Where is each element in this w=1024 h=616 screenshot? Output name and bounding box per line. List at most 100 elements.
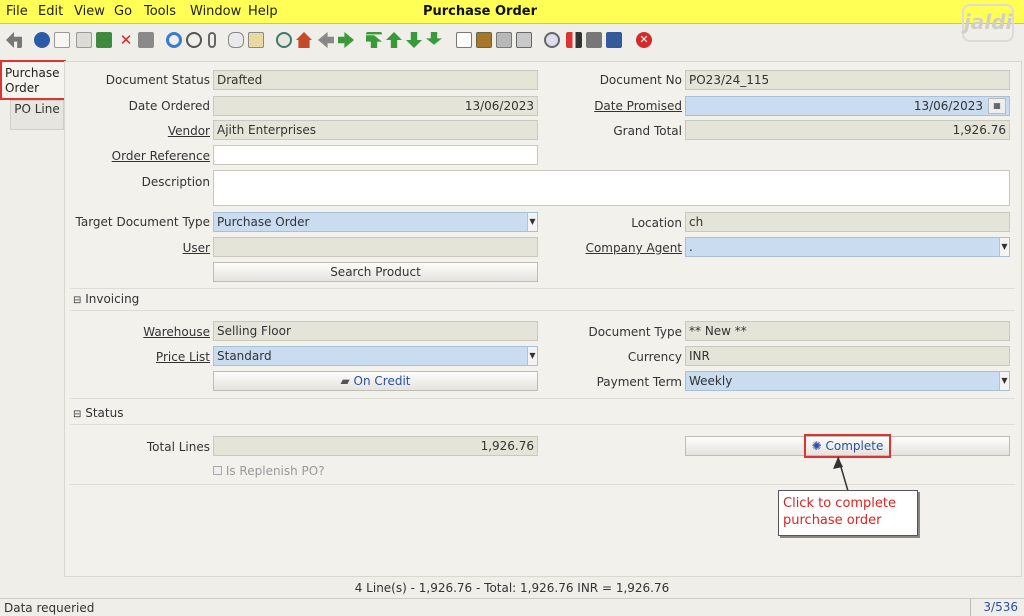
chevron-down-icon[interactable]: ▼ [527,213,537,231]
calendar-icon[interactable]: ▦ [988,98,1006,114]
tab-po-line[interactable]: PO Line [10,100,64,130]
forward-icon[interactable] [338,32,354,48]
payment-term-select[interactable]: Weekly ▼ [685,371,1010,391]
location-label: Location [631,216,682,230]
delete-icon[interactable]: ✕ [118,32,134,48]
new-icon[interactable] [54,32,70,48]
print-icon[interactable] [516,32,532,48]
company-agent-value: . [689,240,693,254]
checkbox-icon[interactable] [213,466,222,475]
order-reference-input[interactable] [213,145,538,165]
collapse-icon[interactable]: ⊟ [73,295,81,306]
target-document-type-value: Purchase Order [217,215,310,229]
vendor-label: Vendor [167,124,210,138]
user-label: User [182,241,210,255]
on-credit-button[interactable]: ▰ On Credit [213,371,538,391]
gear-icon: ✺ [811,439,822,453]
section-divider [70,398,1015,399]
undo-icon[interactable] [6,32,22,48]
status-bar: Data requeried 3/536 [0,598,1024,616]
workbench-icon[interactable] [276,32,292,48]
date-ordered-field: 13/06/2023 [213,96,538,116]
user-field[interactable] [213,237,538,257]
document-type-field: ** New ** [685,321,1010,341]
payment-term-label: Payment Term [596,375,682,389]
request-icon[interactable] [586,32,602,48]
currency-field: INR [685,346,1010,366]
search-product-button[interactable]: Search Product [213,262,538,282]
date-promised-field[interactable]: 13/06/2023 [685,96,1010,116]
replenish-checkbox[interactable]: Is Replenish PO? [213,464,325,478]
callout-box: Click to complete purchase order [778,490,918,536]
credit-card-icon: ▰ [340,374,350,388]
find-icon[interactable] [186,32,202,48]
first-record-icon[interactable] [366,32,382,48]
archive-icon[interactable] [476,32,492,48]
date-ordered-label: Date Ordered [128,99,210,113]
home-icon[interactable] [296,32,312,48]
location-field[interactable]: ch [685,212,1010,232]
window-title: Purchase Order [422,4,537,19]
replenish-label: Is Replenish PO? [225,464,325,478]
refresh-icon[interactable] [166,32,182,48]
attachment-icon[interactable] [208,32,216,48]
save-icon[interactable] [138,32,154,48]
workflow-icon[interactable] [566,32,582,48]
report-icon[interactable] [456,32,472,48]
save-new-icon[interactable] [96,32,112,48]
vendor-field[interactable]: Ajith Enterprises [213,120,538,140]
grand-total-field: 1,926.76 [685,120,1010,140]
next-record-icon[interactable] [406,32,422,48]
copy-icon[interactable] [76,32,92,48]
document-type-label: Document Type [588,325,682,339]
document-no-field: PO23/24_115 [685,70,1010,90]
price-list-label: Price List [155,350,210,364]
history-icon[interactable] [248,32,264,48]
record-counter[interactable]: 3/536 [970,599,1020,616]
status-section-header[interactable]: ⊟ Status [70,403,1015,425]
target-document-type-select[interactable]: Purchase Order ▼ [213,212,538,232]
print-preview-icon[interactable] [496,32,512,48]
order-reference-label: Order Reference [111,149,210,163]
total-lines-label: Total Lines [146,440,210,454]
tab-purchase-order[interactable]: Purchase Order [0,60,66,100]
chevron-down-icon[interactable]: ▼ [999,372,1009,390]
document-no-label: Document No [599,73,682,87]
target-document-type-label: Target Document Type [75,215,210,229]
invoicing-section-header[interactable]: ⊟ Invoicing [70,289,1015,311]
grand-total-label: Grand Total [613,124,682,138]
status-message: Data requeried [4,601,95,615]
total-lines-field: 1,926.76 [213,436,538,456]
menu-bar: File Edit View Go Tools Window Help Purc… [0,0,1024,24]
product-info-icon[interactable] [606,32,622,48]
back-icon[interactable] [318,32,334,48]
zoom-across-icon[interactable] [544,32,560,48]
company-agent-label: Company Agent [585,241,682,255]
date-promised-label: Date Promised [594,99,682,113]
company-agent-select[interactable]: . ▼ [685,237,1010,257]
payment-term-value: Weekly [689,374,733,388]
chevron-down-icon[interactable]: ▼ [527,347,537,365]
complete-label: Complete [825,439,884,453]
previous-record-icon[interactable] [386,32,402,48]
chat-icon[interactable] [228,32,244,48]
price-list-select[interactable]: Standard ▼ [213,346,538,366]
toolbar: ✕ ✕ [0,26,960,56]
document-status-field: Drafted [213,70,538,90]
document-status-label: Document Status [105,73,210,87]
chevron-down-icon[interactable]: ▼ [999,238,1009,256]
warehouse-field[interactable]: Selling Floor [213,321,538,341]
section-divider [70,484,1015,485]
description-input[interactable] [213,170,1010,206]
invoicing-header-label: Invoicing [85,292,140,306]
price-list-value: Standard [217,349,272,363]
jaldi-logo: jaldi [962,4,1014,42]
help-icon[interactable] [34,32,50,48]
summary-line: 4 Line(s) - 1,926.76 - Total: 1,926.76 I… [354,581,670,595]
close-icon[interactable]: ✕ [636,32,652,48]
callout-arrow [833,456,849,492]
collapse-icon[interactable]: ⊟ [73,409,81,420]
description-label: Description [141,175,210,189]
status-header-label: Status [85,406,124,420]
last-record-icon[interactable] [426,32,442,45]
